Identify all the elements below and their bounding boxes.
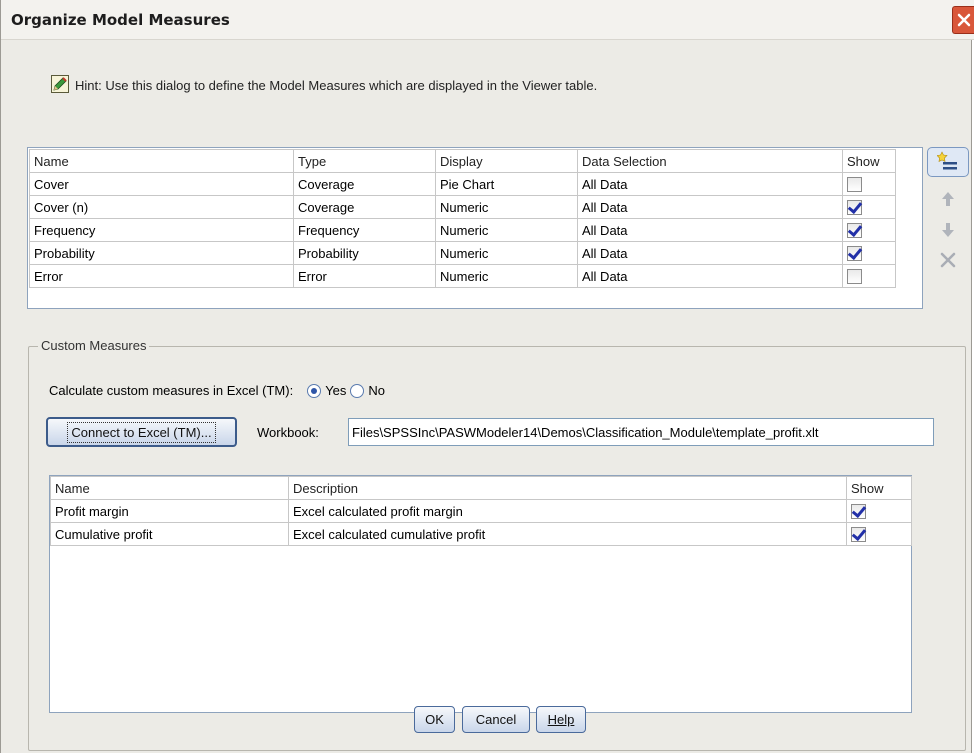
calc-label: Calculate custom measures in Excel (TM): — [49, 383, 294, 398]
custom-measures-label: Custom Measures — [38, 338, 150, 353]
connect-to-excel-button[interactable]: Connect to Excel (TM)... — [46, 417, 237, 447]
show-cell — [842, 218, 896, 242]
delete-icon — [940, 252, 956, 268]
measure-display[interactable]: Numeric — [435, 241, 578, 265]
show-cell — [842, 264, 896, 288]
measure-type: Coverage — [293, 172, 436, 196]
add-row-icon — [937, 151, 957, 170]
move-down-icon — [942, 223, 954, 237]
measure-name: Frequency — [29, 218, 294, 242]
custom-measures-grid: Name Description Show Profit margin Exce… — [50, 476, 912, 546]
show-checkbox[interactable] — [851, 527, 866, 543]
close-icon — [957, 13, 971, 27]
table-row[interactable]: Frequency Frequency Numeric All Data — [29, 218, 896, 242]
measure-name: Error — [29, 264, 294, 288]
title-bar: Organize Model Measures — [1, 0, 974, 40]
measure-display[interactable]: Numeric — [435, 218, 578, 242]
column-header-show[interactable]: Show — [846, 476, 912, 500]
column-header-name[interactable]: Name — [29, 149, 294, 173]
table-row[interactable]: Error Error Numeric All Data — [29, 264, 896, 288]
measure-name: Probability — [29, 241, 294, 265]
show-cell — [842, 195, 896, 219]
workbook-label: Workbook: — [257, 425, 319, 440]
show-checkbox[interactable] — [847, 177, 862, 193]
column-header-name[interactable]: Name — [50, 476, 289, 500]
measure-data-selection[interactable]: All Data — [577, 195, 843, 219]
hint-text: Hint: Use this dialog to define the Mode… — [75, 78, 598, 93]
measure-name: Cover — [29, 172, 294, 196]
show-checkbox[interactable] — [847, 200, 862, 216]
ok-label: OK — [425, 712, 444, 727]
workbook-field[interactable]: Files\SPSSInc\PASWModeler14\Demos\Classi… — [348, 418, 934, 446]
column-header-show[interactable]: Show — [842, 149, 896, 173]
measure-type: Error — [293, 264, 436, 288]
window-title: Organize Model Measures — [11, 11, 230, 29]
pencil-hint-icon — [51, 75, 69, 93]
delete-measure-button[interactable] — [927, 245, 969, 275]
yes-label[interactable]: Yes — [325, 383, 346, 398]
column-header-display[interactable]: Display — [435, 149, 578, 173]
yes-radio[interactable] — [307, 383, 322, 398]
show-checkbox[interactable] — [851, 504, 866, 520]
column-header-description[interactable]: Description — [288, 476, 847, 500]
measure-display[interactable]: Numeric — [435, 195, 578, 219]
add-measure-button[interactable] — [927, 147, 969, 177]
model-measures-grid: Name Type Display Data Selection Show Co… — [29, 149, 896, 288]
custom-measures-table: Name Description Show Profit margin Exce… — [49, 475, 912, 713]
show-checkbox[interactable] — [847, 246, 862, 262]
measure-data-selection[interactable]: All Data — [577, 264, 843, 288]
custom-measure-description: Excel calculated cumulative profit — [288, 522, 847, 546]
show-cell — [846, 499, 912, 523]
table-header-row: Name Type Display Data Selection Show — [29, 149, 896, 173]
help-label: Help — [547, 712, 575, 727]
table-header-row: Name Description Show — [50, 476, 912, 500]
move-up-icon — [942, 192, 954, 206]
measure-display[interactable]: Pie Chart — [435, 172, 578, 196]
table-row[interactable]: Cumulative profit Excel calculated cumul… — [50, 522, 912, 546]
cancel-label: Cancel — [475, 712, 517, 727]
custom-measure-name: Cumulative profit — [50, 522, 289, 546]
measure-display[interactable]: Numeric — [435, 264, 578, 288]
table-row[interactable]: Probability Probability Numeric All Data — [29, 241, 896, 265]
custom-measure-name: Profit margin — [50, 499, 289, 523]
ok-button[interactable]: OK — [414, 706, 455, 733]
no-radio[interactable] — [350, 383, 365, 398]
measure-type: Probability — [293, 241, 436, 265]
show-cell — [842, 241, 896, 265]
close-button[interactable] — [952, 6, 974, 34]
show-checkbox[interactable] — [847, 223, 862, 239]
measure-name: Cover (n) — [29, 195, 294, 219]
connect-to-excel-label: Connect to Excel (TM)... — [67, 421, 216, 443]
measure-data-selection[interactable]: All Data — [577, 218, 843, 242]
measure-type: Coverage — [293, 195, 436, 219]
column-header-data-selection[interactable]: Data Selection — [577, 149, 843, 173]
cancel-button[interactable]: Cancel — [462, 706, 530, 733]
table-row[interactable]: Cover Coverage Pie Chart All Data — [29, 172, 896, 196]
show-checkbox[interactable] — [847, 269, 862, 285]
measure-data-selection[interactable]: All Data — [577, 241, 843, 265]
column-header-type[interactable]: Type — [293, 149, 436, 173]
show-cell — [846, 522, 912, 546]
model-measures-table: Name Type Display Data Selection Show Co… — [27, 147, 923, 309]
workbook-path: Files\SPSSInc\PASWModeler14\Demos\Classi… — [352, 425, 819, 440]
table-row[interactable]: Cover (n) Coverage Numeric All Data — [29, 195, 896, 219]
measure-data-selection[interactable]: All Data — [577, 172, 843, 196]
show-cell — [842, 172, 896, 196]
no-label[interactable]: No — [368, 383, 385, 398]
measure-type: Frequency — [293, 218, 436, 242]
help-button[interactable]: Help — [536, 706, 586, 733]
move-down-button[interactable] — [927, 215, 969, 245]
move-up-button[interactable] — [927, 184, 969, 214]
table-row[interactable]: Profit margin Excel calculated profit ma… — [50, 499, 912, 523]
dialog-window: Organize Model Measures Hint: Use this d… — [0, 0, 974, 753]
excel-calc-row: Calculate custom measures in Excel (TM):… — [49, 383, 385, 398]
custom-measure-description: Excel calculated profit margin — [288, 499, 847, 523]
